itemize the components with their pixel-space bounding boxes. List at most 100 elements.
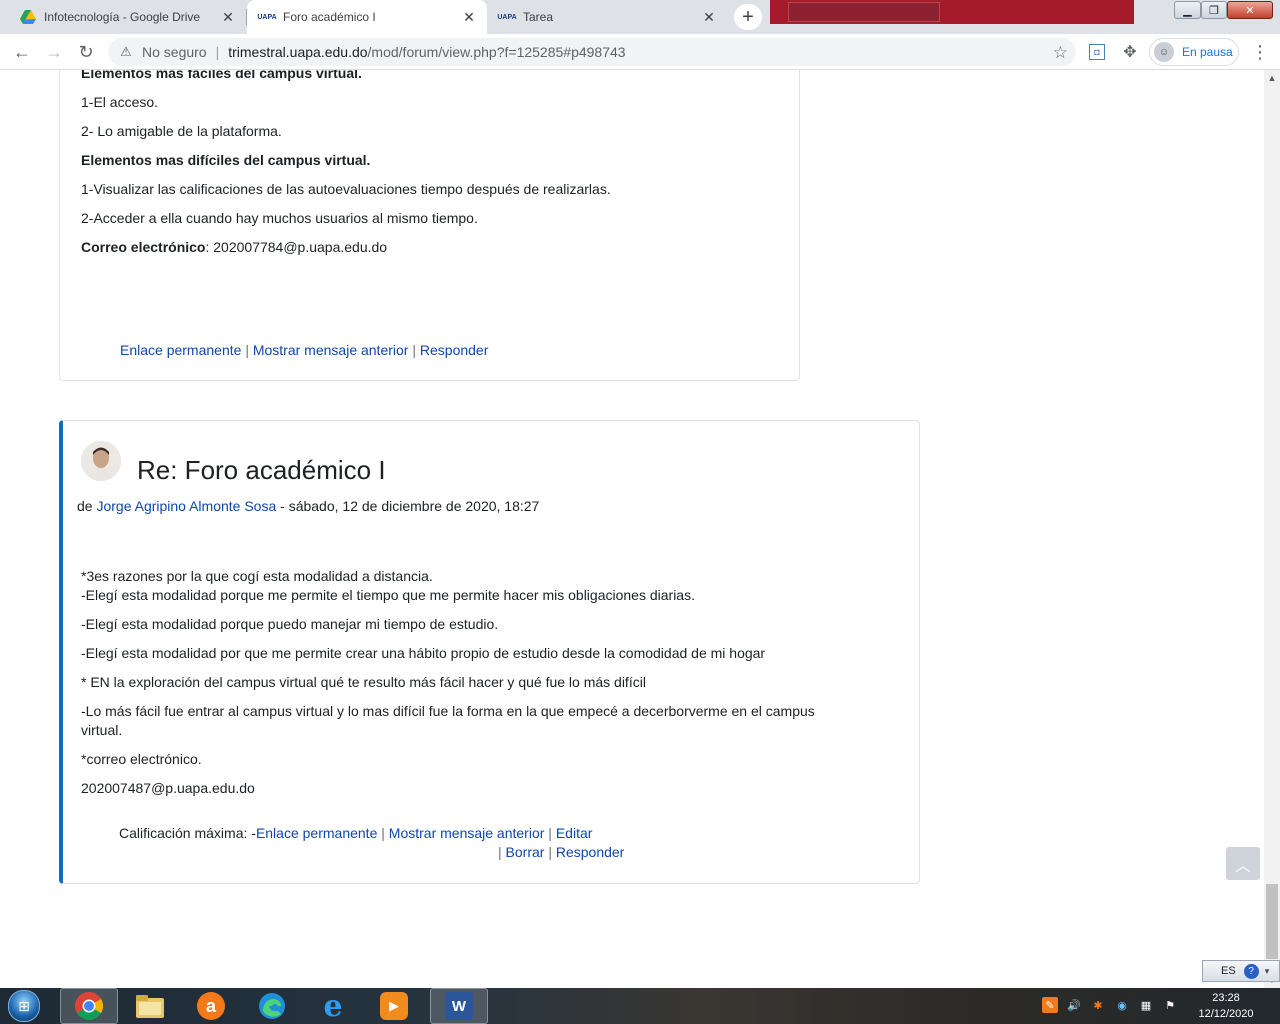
clock-time: 23:28	[1212, 992, 1240, 1004]
scrollbar-thumb[interactable]	[1266, 884, 1278, 959]
taskbar-chrome[interactable]	[60, 988, 118, 1024]
avatar[interactable]	[81, 441, 121, 481]
avast-icon: a	[197, 992, 225, 1020]
reload-icon[interactable]: ↻	[74, 40, 98, 64]
profile-avatar-icon: ☺	[1154, 42, 1174, 62]
volume-icon[interactable]: 🔊	[1066, 997, 1082, 1013]
address-bar[interactable]: ⚠ No seguro | trimestral.uapa.edu.do/mod…	[108, 38, 1076, 66]
post-commands: Calificación máxima: -Enlace permanente …	[119, 824, 592, 843]
language-indicator[interactable]: ES	[1221, 965, 1236, 977]
post-line: Elementos mas fáciles del campus virtual…	[81, 70, 362, 81]
minimize-button[interactable]: ▁	[1174, 1, 1201, 19]
post-line: *correo electrónico.	[81, 751, 202, 767]
uapa-icon: UAPA	[497, 13, 517, 21]
extension-icon[interactable]: ◘	[1089, 44, 1105, 60]
internet-explorer-icon: e	[323, 988, 343, 1024]
profile-button[interactable]: ☺ En pausa	[1149, 38, 1239, 66]
post-commands-wrap: | Borrar | Responder	[498, 843, 624, 862]
taskbar-avast[interactable]: a	[182, 988, 240, 1024]
new-tab-button[interactable]: +	[734, 4, 762, 30]
delete-link[interactable]: Borrar	[506, 844, 545, 860]
tab-foro-academico[interactable]: UAPA Foro académico I ✕	[247, 0, 487, 34]
by-prefix: de	[77, 498, 93, 514]
network-icon[interactable]: ◉	[1114, 997, 1130, 1013]
puzzle-icon[interactable]: ✥	[1121, 43, 1139, 61]
post-email-line: 202007487@p.uapa.edu.do	[81, 780, 255, 796]
post-subject: Re: Foro académico I	[137, 455, 386, 485]
post-line: 1-Visualizar las calificaciones de las a…	[81, 181, 611, 197]
edit-link[interactable]: Editar	[556, 825, 593, 841]
taskbar-word[interactable]: W	[430, 988, 488, 1024]
google-drive-icon	[20, 9, 36, 25]
tab-google-drive[interactable]: Infotecnología - Google Drive ✕	[0, 0, 246, 34]
reply-link[interactable]: Responder	[556, 844, 625, 860]
scroll-up-icon[interactable]: ▲	[1264, 70, 1280, 86]
post-line: * EN la exploración del campus virtual q…	[81, 674, 646, 690]
permalink-link[interactable]: Enlace permanente	[120, 342, 241, 358]
url-host: trimestral.uapa.edu.do	[228, 44, 368, 60]
system-clock[interactable]: 23:28 12/12/2020	[1186, 990, 1266, 1022]
start-button[interactable]: ⊞	[4, 989, 44, 1023]
tab-title: Tarea	[523, 10, 554, 24]
command-separator: |	[498, 844, 502, 860]
taskbar-explorer[interactable]	[121, 988, 179, 1024]
post-line: -Elegí esta modalidad porque me permite …	[81, 587, 695, 603]
post-line: 2-Acceder a ella cuando hay muchos usuar…	[81, 210, 478, 226]
background-window-strip	[770, 0, 1134, 24]
command-separator: |	[548, 844, 552, 860]
page-scrollbar[interactable]: ▲ ▼	[1264, 70, 1280, 988]
windows-logo-icon: ⊞	[8, 990, 40, 1022]
close-icon[interactable]: ✕	[220, 9, 236, 25]
page-content: Elementos mas fáciles del campus virtual…	[0, 70, 1264, 988]
tab-title: Foro académico I	[283, 10, 376, 24]
action-center-flag-icon[interactable]: ⚑	[1162, 997, 1178, 1013]
tab-title: Infotecnología - Google Drive	[44, 10, 201, 24]
post-line: -Elegí esta modalidad porque puedo manej…	[81, 616, 499, 632]
post-line: 2- Lo amigable de la plataforma.	[81, 123, 282, 139]
post-line: -Elegí esta modalidad por que me permite…	[81, 645, 766, 661]
chevron-up-icon: ︿	[1234, 857, 1251, 875]
post-commands: Enlace permanente | Mostrar mensaje ante…	[120, 341, 488, 360]
more-menu-icon[interactable]: ⋮	[1250, 42, 1270, 62]
tray-alert-icon[interactable]: ✱	[1090, 997, 1106, 1013]
back-to-top-button[interactable]: ︿	[1226, 847, 1260, 880]
close-icon[interactable]: ✕	[461, 9, 477, 25]
tray-device-icon[interactable]: ▦	[1138, 997, 1154, 1013]
minimize-langbar-icon[interactable]: ▾	[1265, 966, 1270, 977]
clock-date: 12/12/2020	[1198, 1008, 1254, 1020]
command-separator: |	[548, 825, 552, 841]
warning-icon[interactable]: ⚠	[118, 44, 134, 60]
browser-toolbar: ← → ↻ ⚠ No seguro | trimestral.uapa.edu.…	[0, 34, 1280, 70]
window-close-button[interactable]: ✕	[1227, 1, 1273, 19]
profile-label: En pausa	[1182, 45, 1233, 59]
bookmark-star-icon[interactable]: ☆	[1053, 43, 1068, 63]
post-line: *3es razones por la que cogí esta modali…	[81, 568, 433, 584]
taskbar-edge[interactable]	[243, 988, 301, 1024]
media-player-icon: ▶	[380, 992, 408, 1020]
post-line: 1-El acceso.	[81, 94, 159, 110]
reply-link[interactable]: Responder	[420, 342, 489, 358]
language-bar[interactable]: ES ? ▾	[1202, 960, 1280, 982]
show-parent-link[interactable]: Mostrar mensaje anterior	[253, 342, 409, 358]
help-icon[interactable]: ?	[1243, 963, 1259, 979]
post-date: - sábado, 12 de diciembre de 2020, 18:27	[280, 498, 540, 514]
forward-icon[interactable]: →	[42, 40, 66, 64]
tray-avast-icon[interactable]: ✎	[1042, 997, 1058, 1013]
post-byline: de Jorge Agripino Almonte Sosa - sábado,…	[77, 497, 539, 516]
maximize-button[interactable]: ❐	[1201, 1, 1227, 19]
taskbar-ie[interactable]: e	[304, 988, 362, 1024]
taskbar-media[interactable]: ▶	[365, 988, 423, 1024]
permalink-link[interactable]: Enlace permanente	[256, 825, 377, 841]
taskbar: ⊞ a e ▶ W ✎ 🔊 ✱ ◉ ▦ ⚑	[0, 988, 1280, 1024]
back-icon[interactable]: ←	[10, 40, 34, 64]
security-label[interactable]: No seguro	[142, 44, 207, 60]
author-link[interactable]: Jorge Agripino Almonte Sosa	[96, 498, 276, 514]
show-parent-link[interactable]: Mostrar mensaje anterior	[389, 825, 545, 841]
uapa-icon: UAPA	[257, 13, 277, 21]
tab-tarea[interactable]: UAPA Tarea ✕	[487, 0, 727, 34]
command-separator: |	[381, 825, 385, 841]
forum-post: Re: Foro académico I de Jorge Agripino A…	[59, 420, 920, 884]
edge-icon	[259, 993, 285, 1019]
post-email-line: Correo electrónico: 202007784@p.uapa.edu…	[81, 239, 388, 255]
close-icon[interactable]: ✕	[701, 9, 717, 25]
